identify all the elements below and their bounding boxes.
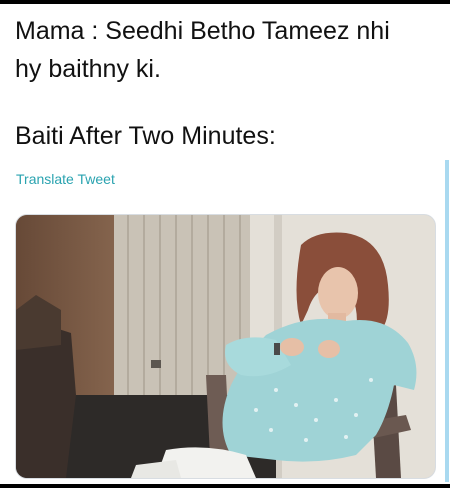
tweet-text-line-2: hy baithny ki. <box>15 55 161 83</box>
photo-illustration <box>16 215 435 478</box>
translate-tweet-link[interactable]: Translate Tweet <box>16 170 115 188</box>
tweet-media-photo[interactable] <box>15 214 436 479</box>
thread-accent-bar <box>445 160 449 482</box>
bottom-border <box>0 484 450 488</box>
top-border <box>0 0 450 4</box>
tweet-text-line-3: Baiti After Two Minutes: <box>15 122 276 150</box>
tweet-text-line-1: Mama : Seedhi Betho Tameez nhi <box>15 17 390 45</box>
